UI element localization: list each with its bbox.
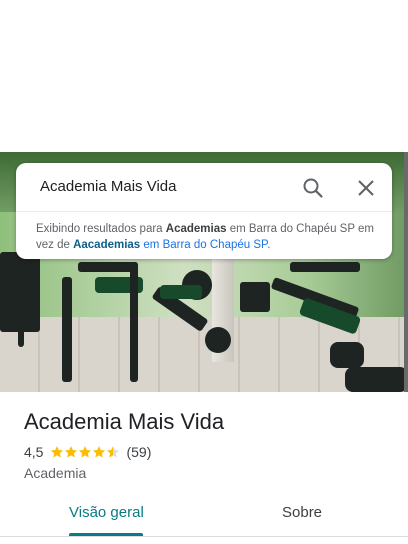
equipment xyxy=(240,282,270,312)
spelling-suggestion: Exibindo resultados para Academias em Ba… xyxy=(36,221,381,253)
equipment xyxy=(160,285,202,299)
equipment xyxy=(130,262,138,382)
review-count[interactable]: (59) xyxy=(126,444,151,460)
divider xyxy=(16,211,392,212)
equipment xyxy=(345,367,408,392)
rating-value: 4,5 xyxy=(24,444,44,460)
rating-stars[interactable] xyxy=(50,445,120,459)
search-card: Academia Mais Vida Exibindo resultados p… xyxy=(16,163,392,259)
original-term: Aacademias xyxy=(73,239,141,251)
tab-about[interactable]: Sobre xyxy=(282,504,322,521)
close-icon[interactable] xyxy=(355,177,377,199)
equipment xyxy=(330,342,364,368)
equipment xyxy=(78,262,138,272)
equipment xyxy=(205,327,231,353)
star-icon xyxy=(79,446,92,458)
search-icon[interactable] xyxy=(302,177,324,199)
scrollbar[interactable] xyxy=(404,152,408,392)
equipment xyxy=(290,262,360,272)
star-half-icon xyxy=(107,446,120,458)
star-icon xyxy=(51,446,64,458)
place-category[interactable]: Academia xyxy=(24,465,86,481)
rating-row: 4,5 (59) xyxy=(24,444,151,460)
equipment xyxy=(18,257,24,347)
search-input[interactable]: Academia Mais Vida xyxy=(40,178,176,195)
place-name: Academia Mais Vida xyxy=(24,409,225,434)
suggestion-term: Academias xyxy=(165,223,227,235)
original-query-link[interactable]: Aacademias em Barra do Chapéu SP. xyxy=(73,239,270,251)
equipment xyxy=(62,277,72,382)
star-icon xyxy=(65,446,78,458)
tab-bar: Visão geral Sobre xyxy=(0,494,408,538)
suggestion-prefix: Exibindo resultados para xyxy=(36,223,166,235)
tab-divider xyxy=(0,536,408,537)
original-suffix: em Barra do Chapéu SP. xyxy=(140,239,271,251)
star-icon xyxy=(93,446,106,458)
tab-overview[interactable]: Visão geral xyxy=(69,504,144,521)
